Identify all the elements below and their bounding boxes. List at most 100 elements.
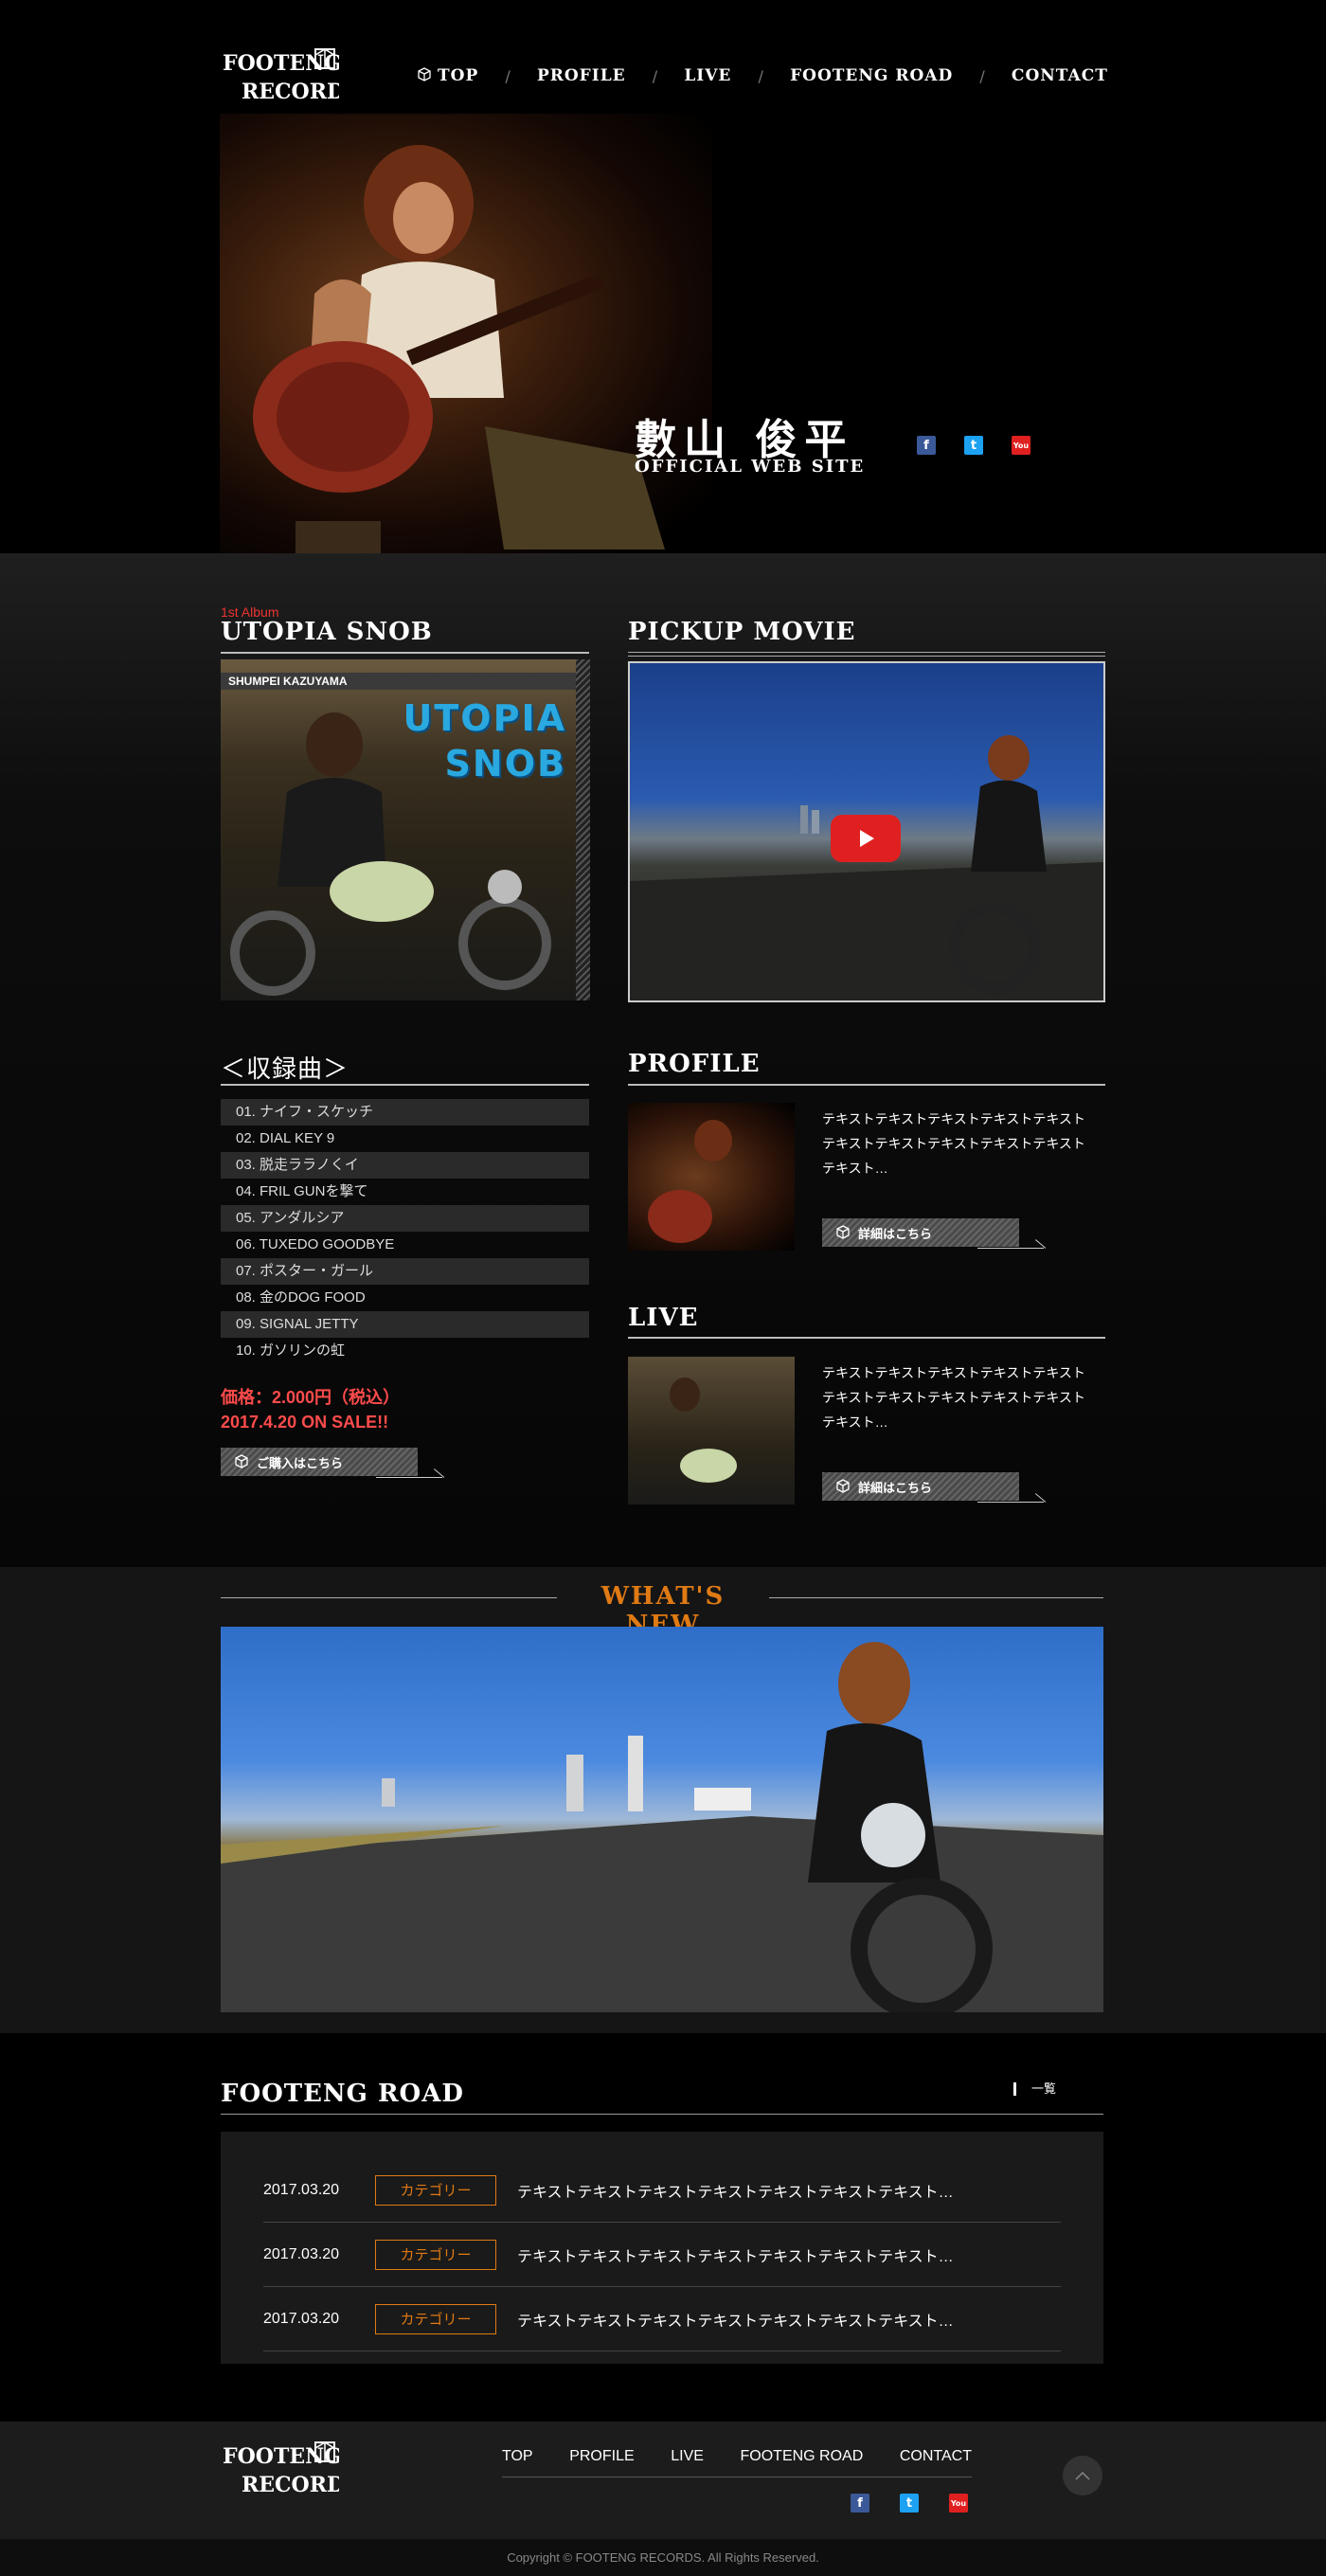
profile-text: テキストテキストテキストテキストテキストテキストテキストテキストテキストテキスト… <box>822 1111 1085 1176</box>
play-icon <box>860 830 874 847</box>
footer-nav: TOP PROFILE LIVE FOOTENG ROAD CONTACT <box>502 2448 972 2477</box>
nav-separator: / <box>979 66 985 85</box>
twitter-icon[interactable]: t <box>900 2494 919 2513</box>
arrow-icon <box>977 1491 1044 1503</box>
track-item: 02. DIAL KEY 9 <box>236 1130 335 1146</box>
svg-text:FOOTENG: FOOTENG <box>223 51 339 76</box>
news-row[interactable]: 2017.03.20 カテゴリー テキストテキストテキストテキストテキストテキス… <box>263 2287 1061 2351</box>
profile-photo <box>648 1120 732 1243</box>
youtube-icon[interactable]: You <box>949 2494 968 2513</box>
profile-detail-button[interactable]: 詳細はこちら <box>822 1218 1044 1249</box>
svg-text:FOOTENG: FOOTENG <box>223 2444 339 2469</box>
news-text[interactable]: テキストテキストテキストテキストテキストテキストテキスト… <box>517 2179 954 2202</box>
site-logo[interactable]: FOOTENG RECORDS <box>221 44 360 106</box>
track-item: 03. 脱走ララノくイ <box>221 1152 589 1179</box>
whats-new-banner[interactable] <box>221 1627 1103 2012</box>
biker-riverside-photo <box>221 1642 1103 2012</box>
play-button[interactable] <box>831 815 901 862</box>
facebook-icon[interactable]: f <box>917 436 936 455</box>
buy-button-label: ご購入はこちら <box>257 1455 344 1470</box>
news-row[interactable]: 2017.03.20 カテゴリー テキストテキストテキストテキストテキストテキス… <box>263 2223 1061 2287</box>
box-icon <box>234 1453 249 1471</box>
news-category-badge[interactable]: カテゴリー <box>375 2174 496 2206</box>
footer-social-links: f t You <box>851 2494 968 2513</box>
album-title: UTOPIA SNOB <box>221 618 433 646</box>
live-thumbnail[interactable] <box>628 1357 795 1504</box>
pickup-movie-underline <box>628 652 1105 657</box>
news-category-badge[interactable]: カテゴリー <box>375 2303 496 2334</box>
track-item: 09. SIGNAL JETTY <box>221 1311 589 1338</box>
track-item: 08. 金のDOG FOOD <box>236 1289 366 1306</box>
live-photo <box>670 1378 737 1483</box>
copyright: Copyright © FOOTENG RECORDS. All Rights … <box>0 2539 1326 2576</box>
svg-text:RECORDS: RECORDS <box>242 2473 339 2497</box>
hero-social-links: f t You <box>917 436 1030 455</box>
footeng-road-list: 2017.03.20 カテゴリー テキストテキストテキストテキストテキストテキス… <box>221 2132 1103 2364</box>
main-nav: TOP / PROFILE / LIVE / FOOTENG ROAD / CO… <box>417 63 1108 89</box>
nav-top[interactable]: TOP <box>417 66 478 86</box>
news-text[interactable]: テキストテキストテキストテキストテキストテキストテキスト… <box>517 2243 954 2266</box>
nav-profile[interactable]: PROFILE <box>537 66 626 85</box>
news-category-badge[interactable]: カテゴリー <box>375 2239 496 2270</box>
live-underline <box>628 1337 1105 1339</box>
biker-illustration <box>230 712 551 996</box>
profile-title: PROFILE <box>628 1050 761 1078</box>
box-icon <box>417 66 432 86</box>
whats-new-right-line <box>769 1597 1103 1598</box>
footer-logo[interactable]: FOOTENG RECORDS <box>221 2437 360 2499</box>
chevron-up-icon <box>1075 2471 1090 2480</box>
news-date: 2017.03.20 <box>263 2181 340 2198</box>
album-price: 価格：2.000円（税込） 2017.4.20 ON SALE!! <box>221 1385 400 1434</box>
box-icon <box>835 1224 851 1242</box>
profile-thumbnail[interactable] <box>628 1103 795 1251</box>
profile-underline <box>628 1084 1105 1086</box>
hero-section: FOOTENG RECORDS TOP / PROFILE / LIVE / F… <box>0 0 1326 553</box>
footeng-road-underline <box>221 2114 1103 2115</box>
live-detail-label: 詳細はこちら <box>858 1480 933 1495</box>
live-text: テキストテキストテキストテキストテキストテキストテキストテキストテキストテキスト… <box>822 1365 1085 1430</box>
facebook-icon[interactable]: f <box>851 2494 869 2513</box>
nav-separator: / <box>652 66 658 85</box>
view-all-link[interactable]: 一覧 <box>1013 2082 1056 2096</box>
box-icon <box>835 1478 851 1496</box>
tracklist-heading: ＜収録曲＞ <box>221 1055 349 1084</box>
price-line: 価格：2.000円（税込） <box>221 1388 401 1407</box>
whats-new-left-line <box>221 1597 557 1598</box>
nav-top-label: TOP <box>438 66 479 85</box>
nav-live[interactable]: LIVE <box>684 66 731 85</box>
live-title: LIVE <box>628 1304 699 1332</box>
guitarist-illustration <box>253 145 665 553</box>
album-cover-image: SHUMPEI KAZUYAMA UTOPIA SNOB <box>221 659 576 1000</box>
footeng-records-logo: FOOTENG RECORDS <box>223 48 360 104</box>
footer-nav-profile[interactable]: PROFILE <box>569 2448 634 2465</box>
footer-nav-top[interactable]: TOP <box>502 2448 533 2465</box>
news-text[interactable]: テキストテキストテキストテキストテキストテキストテキスト… <box>517 2308 954 2331</box>
track-item: 07. ポスター・ガール <box>221 1258 589 1285</box>
track-item: 04. FRIL GUNを撃て <box>236 1183 368 1199</box>
track-item: 06. TUXEDO GOODBYE <box>236 1236 395 1252</box>
album-cover[interactable]: SHUMPEI KAZUYAMA UTOPIA SNOB <box>221 659 590 1000</box>
tracklist: 01. ナイフ・スケッチ 02. DIAL KEY 9 03. 脱走ララノくイ … <box>221 1099 589 1364</box>
footer-nav-contact[interactable]: CONTACT <box>900 2448 972 2465</box>
release-line: 2017.4.20 ON SALE!! <box>221 1413 389 1432</box>
track-item: 10. ガソリンの虹 <box>236 1342 346 1359</box>
twitter-icon[interactable]: t <box>964 436 983 455</box>
pickup-movie-video[interactable] <box>628 661 1105 1002</box>
back-to-top-button[interactable] <box>1063 2456 1102 2495</box>
youtube-icon[interactable]: You <box>1012 436 1030 455</box>
hero-photo-guitarist <box>220 114 712 553</box>
footer-nav-live[interactable]: LIVE <box>671 2448 704 2465</box>
pickup-movie-title: PICKUP MOVIE <box>628 618 856 646</box>
official-site-subtitle: OFFICIAL WEB SITE <box>635 457 866 477</box>
footer-nav-footeng-road[interactable]: FOOTENG ROAD <box>741 2448 864 2465</box>
arrow-icon <box>376 1467 442 1478</box>
live-detail-button[interactable]: 詳細はこちら <box>822 1472 1044 1503</box>
buy-button[interactable]: ご購入はこちら <box>221 1448 442 1478</box>
news-date: 2017.03.20 <box>263 2245 340 2262</box>
nav-footeng-road[interactable]: FOOTENG ROAD <box>790 66 953 85</box>
nav-contact[interactable]: CONTACT <box>1012 66 1108 85</box>
tracklist-underline <box>221 1084 589 1086</box>
arrow-icon <box>977 1237 1044 1249</box>
news-row[interactable]: 2017.03.20 カテゴリー テキストテキストテキストテキストテキストテキス… <box>263 2158 1061 2223</box>
footeng-records-logo: FOOTENG RECORDS <box>223 2441 360 2497</box>
